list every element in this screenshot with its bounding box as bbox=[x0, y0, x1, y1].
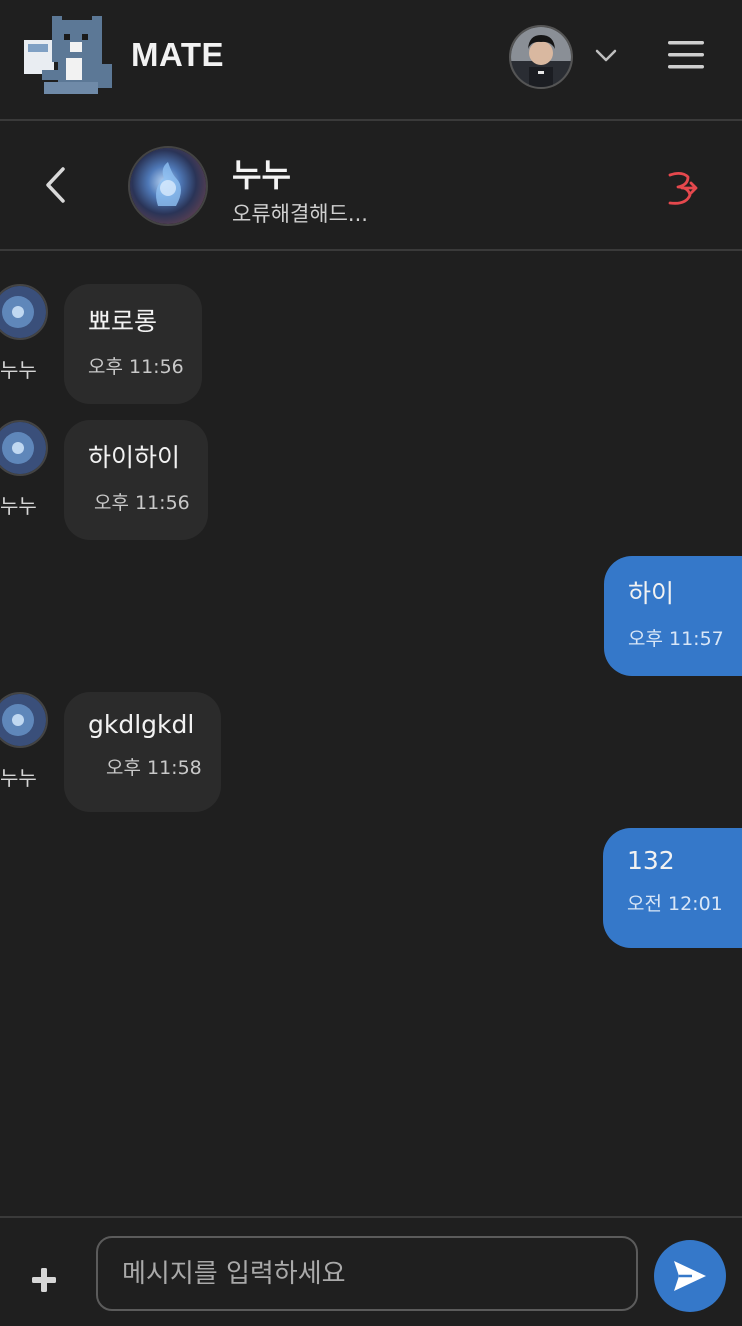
brand-name[interactable]: MATE bbox=[131, 36, 224, 74]
message-bubble[interactable]: 132 오전 12:01 bbox=[603, 828, 742, 948]
send-button[interactable] bbox=[654, 1240, 726, 1312]
chevron-down-icon[interactable] bbox=[593, 45, 619, 65]
message-time: 오전 12:01 bbox=[627, 893, 723, 915]
message-bubble[interactable]: gkdlgkdl 오후 11:58 bbox=[64, 692, 221, 812]
message-time: 오후 11:56 bbox=[88, 356, 184, 378]
top-app-bar: MATE bbox=[0, 0, 742, 121]
chat-header: 누누 오류해결해드... bbox=[0, 121, 742, 251]
send-icon bbox=[674, 1261, 706, 1291]
message-item: 132 오전 12:01 bbox=[0, 828, 742, 948]
partner-status: 오류해결해드... bbox=[232, 202, 368, 226]
pixel-cat-logo-icon[interactable] bbox=[22, 14, 118, 98]
message-time: 오후 11:56 bbox=[94, 492, 190, 514]
message-text: 하이 bbox=[628, 579, 675, 608]
sender-avatar[interactable] bbox=[0, 692, 48, 748]
plus-icon[interactable] bbox=[30, 1266, 58, 1294]
message-text: 뾰로롱 bbox=[88, 307, 158, 336]
sender-avatar[interactable] bbox=[0, 420, 48, 476]
message-bubble[interactable]: 뾰로롱 오후 11:56 bbox=[64, 284, 202, 404]
message-text: 132 bbox=[627, 846, 675, 875]
chevron-left-icon[interactable] bbox=[38, 163, 72, 207]
message-item: 누누 gkdlgkdl 오후 11:58 bbox=[0, 692, 742, 812]
user-avatar[interactable] bbox=[509, 25, 573, 89]
message-text: gkdlgkdl bbox=[88, 710, 195, 739]
message-item: 누누 뾰로롱 오후 11:56 bbox=[0, 284, 742, 404]
sender-name: 누누 bbox=[0, 766, 37, 790]
message-time: 오후 11:58 bbox=[106, 757, 202, 779]
exit-chat-icon[interactable] bbox=[660, 165, 702, 211]
sender-avatar[interactable] bbox=[0, 284, 48, 340]
hamburger-menu-icon[interactable] bbox=[666, 38, 706, 72]
message-input[interactable] bbox=[96, 1236, 638, 1311]
message-composer bbox=[0, 1216, 742, 1326]
message-bubble[interactable]: 하이 오후 11:57 bbox=[604, 556, 742, 676]
message-time: 오후 11:57 bbox=[628, 628, 724, 650]
message-bubble[interactable]: 하이하이 오후 11:56 bbox=[64, 420, 208, 540]
message-item: 하이 오후 11:57 bbox=[0, 556, 742, 676]
sender-name: 누누 bbox=[0, 494, 37, 518]
sender-name: 누누 bbox=[0, 358, 37, 382]
message-text: 하이하이 bbox=[88, 443, 181, 472]
partner-avatar[interactable] bbox=[128, 146, 208, 226]
chat-app: MATE 누누 오류해결해드... 누누 뾰로롱 오후 11:56 누누 하이하… bbox=[0, 0, 742, 1326]
partner-name: 누누 bbox=[232, 156, 291, 194]
message-item: 누누 하이하이 오후 11:56 bbox=[0, 420, 742, 540]
